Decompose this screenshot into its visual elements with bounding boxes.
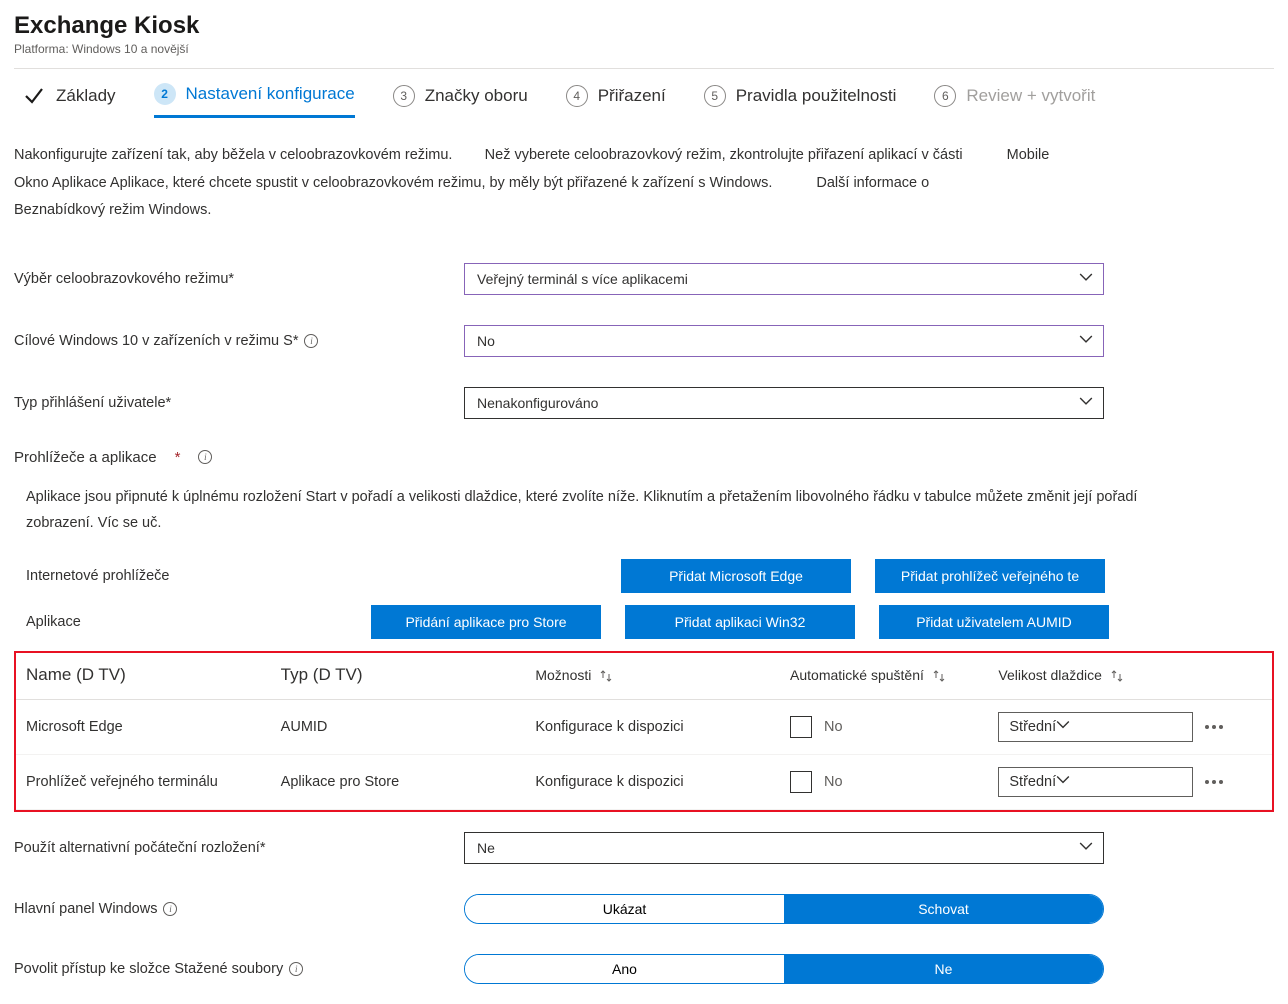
alt-layout-label: Použít alternativní počáteční rozložení* xyxy=(14,840,464,856)
browsers-row-label: Internetové prohlížeče xyxy=(26,568,371,584)
required-star: * xyxy=(175,449,181,466)
browsers-apps-heading: Prohlížeče a aplikace * i xyxy=(14,449,1274,466)
step-label: Značky oboru xyxy=(425,86,528,106)
cell-options: Konfigurace k dispozici xyxy=(525,700,780,755)
apps-table: Name (D TV) Typ (D TV) Možnosti Automati… xyxy=(16,653,1272,810)
step-label: Základy xyxy=(56,86,116,106)
desc-text: Mobile xyxy=(1007,147,1050,163)
row-more-button[interactable] xyxy=(1205,725,1223,729)
select-value: Veřejný terminál s více aplikacemi xyxy=(477,271,688,287)
cell-name: Microsoft Edge xyxy=(16,700,271,755)
downloads-label: Povolit přístup ke složce Stažené soubor… xyxy=(14,961,464,977)
select-value: Střední xyxy=(1009,774,1056,790)
step-scope-tags[interactable]: 3 Značky oboru xyxy=(393,85,528,117)
page-title: Exchange Kiosk xyxy=(14,12,1274,40)
th-name[interactable]: Name (D TV) xyxy=(16,653,271,700)
step-assignments[interactable]: 4 Přiřazení xyxy=(566,85,666,117)
info-icon[interactable]: i xyxy=(289,962,303,976)
table-row[interactable]: Prohlížeč veřejného terminálu Aplikace p… xyxy=(16,755,1272,810)
row-more-button[interactable] xyxy=(1205,780,1223,784)
autolaunch-value: No xyxy=(824,774,843,790)
kiosk-mode-select[interactable]: Veřejný terminál s více aplikacemi xyxy=(464,263,1104,295)
step-label: Přiřazení xyxy=(598,86,666,106)
sort-icon xyxy=(1110,669,1124,683)
th-options[interactable]: Možnosti xyxy=(525,653,780,700)
cell-name: Prohlížeč veřejného terminálu xyxy=(16,755,271,810)
add-aumid-button[interactable]: Přidat uživatelem AUMID xyxy=(879,605,1109,639)
select-value: Ne xyxy=(477,840,495,856)
chevron-down-icon xyxy=(1079,332,1093,349)
autolaunch-checkbox[interactable] xyxy=(790,716,812,738)
step-label: Pravidla použitelnosti xyxy=(736,86,897,106)
select-value: Nenakonfigurováno xyxy=(477,395,598,411)
desc-text: Okno Aplikace Aplikace, které chcete spu… xyxy=(14,175,772,191)
cell-type: AUMID xyxy=(271,700,526,755)
step-number: 3 xyxy=(393,85,415,107)
downloads-toggle: Ano Ne xyxy=(464,954,1104,984)
platform-subtitle: Platforma: Windows 10 a novější xyxy=(14,42,1274,56)
tile-size-select[interactable]: Střední xyxy=(998,767,1193,797)
step-config[interactable]: 2 Nastavení konfigurace xyxy=(154,83,355,118)
autolaunch-checkbox[interactable] xyxy=(790,771,812,793)
cell-options: Konfigurace k dispozici xyxy=(525,755,780,810)
step-label: Review + vytvořit xyxy=(966,86,1095,106)
target-s-select[interactable]: No xyxy=(464,325,1104,357)
alt-layout-select[interactable]: Ne xyxy=(464,832,1104,864)
chevron-down-icon xyxy=(1079,270,1093,287)
downloads-no-button[interactable]: Ne xyxy=(784,955,1103,983)
step-number: 4 xyxy=(566,85,588,107)
select-value: Střední xyxy=(1009,719,1056,735)
step-applicability[interactable]: 5 Pravidla použitelnosti xyxy=(704,85,897,117)
th-tile[interactable]: Velikost dlaždice xyxy=(988,653,1272,700)
taskbar-hide-button[interactable]: Schovat xyxy=(784,895,1103,923)
downloads-yes-button[interactable]: Ano xyxy=(465,955,784,983)
chevron-down-icon xyxy=(1079,840,1093,857)
logon-type-select[interactable]: Nenakonfigurováno xyxy=(464,387,1104,419)
taskbar-label: Hlavní panel Windows i xyxy=(14,901,464,917)
table-row[interactable]: Microsoft Edge AUMID Konfigurace k dispo… xyxy=(16,700,1272,755)
add-edge-button[interactable]: Přidat Microsoft Edge xyxy=(621,559,851,593)
kiosk-mode-label: Výběr celoobrazovkového režimu* xyxy=(14,271,464,287)
check-icon xyxy=(22,84,46,108)
add-store-app-button[interactable]: Přidání aplikace pro Store xyxy=(371,605,601,639)
step-number: 6 xyxy=(934,85,956,107)
step-number: 2 xyxy=(154,83,176,105)
chevron-down-icon xyxy=(1056,718,1070,736)
logon-type-label: Typ přihlášení uživatele* xyxy=(14,395,464,411)
sort-icon xyxy=(932,669,946,683)
cell-type: Aplikace pro Store xyxy=(271,755,526,810)
add-kiosk-browser-button[interactable]: Přidat prohlížeč veřejného te xyxy=(875,559,1105,593)
add-win32-app-button[interactable]: Přidat aplikaci Win32 xyxy=(625,605,855,639)
desc-text: Beznabídkový režim Windows. xyxy=(14,202,211,218)
browsers-apps-desc: Aplikace jsou připnuté k úplnému rozlože… xyxy=(14,466,1194,538)
chevron-down-icon xyxy=(1056,773,1070,791)
wizard-steps: Základy 2 Nastavení konfigurace 3 Značky… xyxy=(14,69,1274,118)
desc-text: Než vyberete celoobrazovkový režim, zkon… xyxy=(485,147,963,163)
description: Nakonfigurujte zařízení tak, aby běžela … xyxy=(14,118,1274,233)
th-autolaunch[interactable]: Automatické spuštění xyxy=(780,653,988,700)
step-review[interactable]: 6 Review + vytvořit xyxy=(934,85,1095,117)
autolaunch-value: No xyxy=(824,719,843,735)
info-icon[interactable]: i xyxy=(198,450,212,464)
th-type[interactable]: Typ (D TV) xyxy=(271,653,526,700)
taskbar-show-button[interactable]: Ukázat xyxy=(465,895,784,923)
chevron-down-icon xyxy=(1079,394,1093,411)
taskbar-toggle: Ukázat Schovat xyxy=(464,894,1104,924)
step-label: Nastavení konfigurace xyxy=(186,84,355,104)
select-value: No xyxy=(477,333,495,349)
more-info-link[interactable]: Další informace o xyxy=(816,175,929,191)
apps-table-highlight: Name (D TV) Typ (D TV) Možnosti Automati… xyxy=(14,651,1274,812)
desc-text: Nakonfigurujte zařízení tak, aby běžela … xyxy=(14,147,452,163)
info-icon[interactable]: i xyxy=(304,334,318,348)
target-s-label: Cílové Windows 10 v zařízeních v režimu … xyxy=(14,333,464,349)
info-icon[interactable]: i xyxy=(163,902,177,916)
step-number: 5 xyxy=(704,85,726,107)
tile-size-select[interactable]: Střední xyxy=(998,712,1193,742)
step-basics[interactable]: Základy xyxy=(22,84,116,118)
sort-icon xyxy=(599,669,613,683)
apps-row-label: Aplikace xyxy=(26,614,371,630)
